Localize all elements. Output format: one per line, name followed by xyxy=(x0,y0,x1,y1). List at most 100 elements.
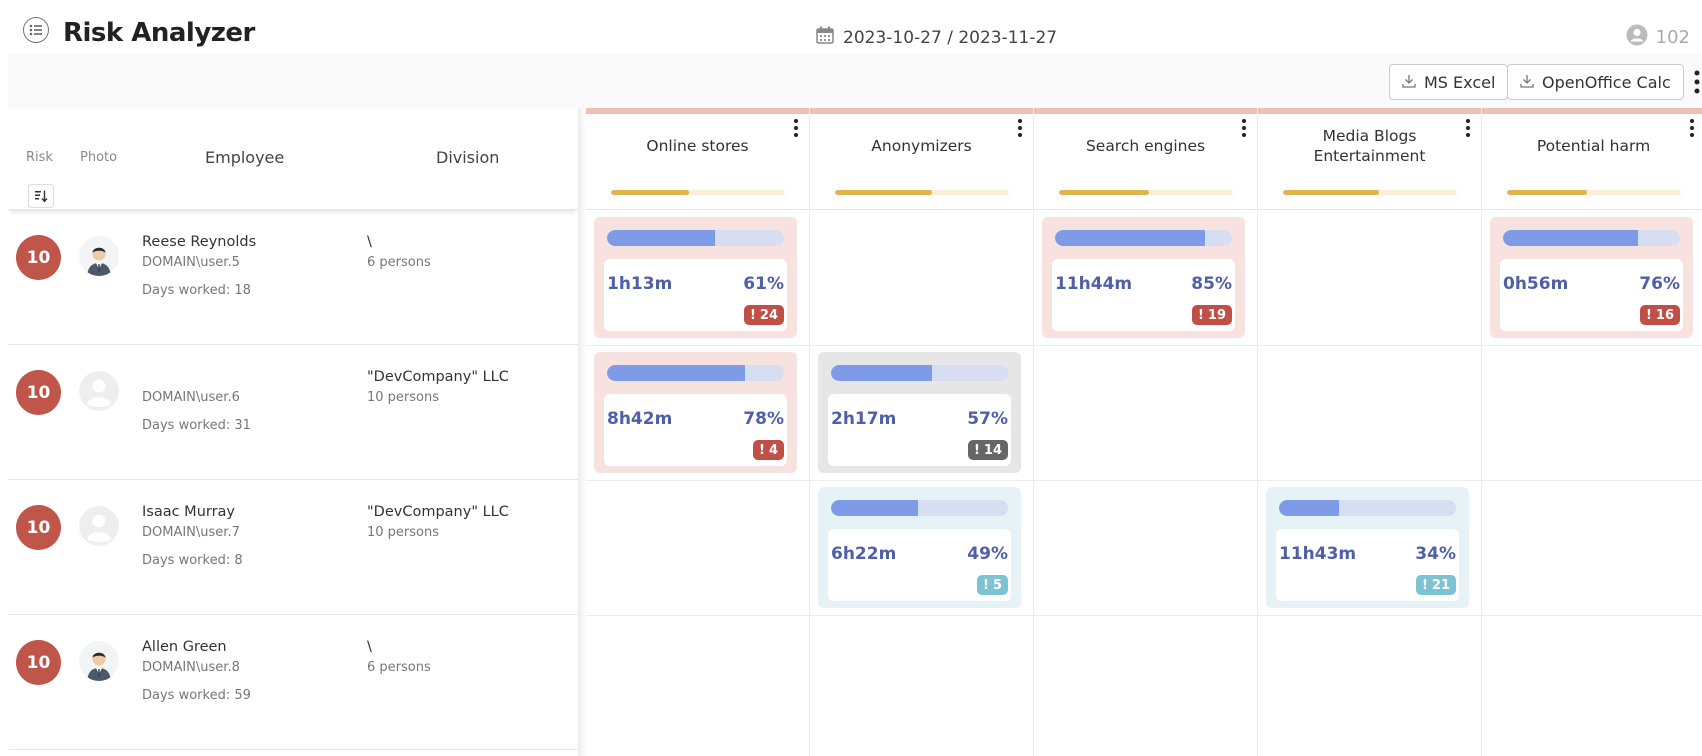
activity-percent: 57% xyxy=(967,409,1008,429)
menu-icon[interactable] xyxy=(23,17,49,43)
category-header[interactable]: Anonymizers xyxy=(810,108,1034,210)
category-accent-line xyxy=(1034,108,1257,114)
category-header[interactable]: Media Blogs Entertainment xyxy=(1258,108,1482,210)
division-name: "DevCompany" LLC xyxy=(367,504,509,520)
division-persons: 10 persons xyxy=(367,390,440,405)
avatar-photo xyxy=(79,236,119,276)
employee-row[interactable]: 10 Isaac Murray DOMAIN\user.7 Days worke… xyxy=(8,480,578,615)
category-header[interactable]: Online stores xyxy=(586,108,810,210)
alert-count: 24 xyxy=(759,307,778,323)
category-label: Search engines xyxy=(1085,137,1206,155)
activity-card: 6h22m 49% ! 5 xyxy=(828,529,1011,601)
alert-badge[interactable]: ! 14 xyxy=(967,440,1008,460)
download-icon xyxy=(1402,73,1416,92)
date-range-picker[interactable]: 2023-10-27 / 2023-11-27 xyxy=(815,25,1057,50)
activity-cell[interactable]: 6h22m 49% ! 5 xyxy=(818,487,1021,608)
category-label-wrap: Media Blogs Entertainment xyxy=(1268,122,1471,170)
alert-count: 5 xyxy=(992,577,1002,593)
activity-bar-fill xyxy=(831,500,918,516)
activity-cell[interactable]: 8h42m 78% ! 4 xyxy=(594,352,797,473)
category-more-icon[interactable] xyxy=(1465,118,1471,138)
activity-percent: 76% xyxy=(1639,274,1680,294)
category-header[interactable]: Search engines xyxy=(1034,108,1258,210)
alert-count: 16 xyxy=(1655,307,1674,323)
activity-bar xyxy=(1279,500,1456,516)
sort-icon[interactable] xyxy=(28,184,54,208)
category-progress-bar xyxy=(1059,190,1233,195)
category-label-wrap: Anonymizers xyxy=(820,122,1023,170)
category-more-icon[interactable] xyxy=(1241,118,1247,138)
category-more-icon[interactable] xyxy=(793,118,799,138)
activity-bar-fill xyxy=(1055,230,1206,246)
category-accent-line xyxy=(810,108,1033,114)
employee-row[interactable]: 10 Allen Green DOMAIN\user.8 Days worked… xyxy=(8,615,578,750)
date-range-text: 2023-10-27 / 2023-11-27 xyxy=(843,27,1058,48)
activity-cell[interactable]: 11h44m 85% ! 19 xyxy=(1042,217,1245,338)
category-progress-fill xyxy=(1283,190,1379,195)
activity-card: 8h42m 78% ! 4 xyxy=(604,394,787,466)
activity-time: 11h44m xyxy=(1055,274,1133,294)
activity-bar-fill xyxy=(607,230,715,246)
activity-bar xyxy=(1503,230,1680,246)
category-label-wrap: Search engines xyxy=(1044,122,1247,170)
app-header: Risk Analyzer 2023-10-27 / 2023-11-27 10… xyxy=(8,8,1702,54)
alert-badge[interactable]: ! 5 xyxy=(977,575,1008,595)
activity-cell[interactable]: 1h13m 61% ! 24 xyxy=(594,217,797,338)
activity-bar-fill xyxy=(831,365,932,381)
category-label: Online stores xyxy=(646,137,749,155)
exclamation-icon: ! xyxy=(759,442,765,458)
avatar-placeholder-icon xyxy=(79,506,119,546)
activity-time: 2h17m xyxy=(831,409,897,429)
alert-badge[interactable]: ! 4 xyxy=(753,440,784,460)
column-header-risk[interactable]: Risk xyxy=(26,150,53,165)
category-progress-fill xyxy=(1507,190,1588,195)
row-divider xyxy=(586,480,1702,481)
more-options-icon[interactable] xyxy=(1692,68,1702,96)
employee-row[interactable]: 10 Reese Reynolds DOMAIN\user.5 Days wor… xyxy=(8,210,578,345)
calendar-icon xyxy=(815,25,835,50)
toolbar: MS Excel OpenOffice Calc xyxy=(8,54,1702,108)
activity-time: 6h22m xyxy=(831,544,897,564)
alert-badge[interactable]: ! 16 xyxy=(1639,305,1680,325)
employee-row[interactable]: 10 DOMAIN\user.6 Days worked: 31 "DevCom… xyxy=(8,345,578,480)
exclamation-icon: ! xyxy=(1421,577,1428,593)
alert-badge[interactable]: ! 21 xyxy=(1415,575,1456,595)
employee-name[interactable]: Allen Green xyxy=(142,639,227,655)
category-accent-line xyxy=(1258,108,1481,114)
division-name: \ xyxy=(367,234,372,250)
risk-badge: 10 xyxy=(16,505,61,550)
alert-count: 4 xyxy=(768,442,778,458)
activity-bar-fill xyxy=(607,365,746,381)
category-progress-bar xyxy=(1507,190,1681,195)
column-header-photo: Photo xyxy=(80,150,118,165)
category-more-icon[interactable] xyxy=(1017,118,1023,138)
activity-cell[interactable]: 2h17m 57% ! 14 xyxy=(818,352,1021,473)
export-calc-button[interactable]: OpenOffice Calc xyxy=(1507,64,1684,100)
activity-card: 0h56m 76% ! 16 xyxy=(1500,259,1683,331)
alert-badge[interactable]: ! 24 xyxy=(743,305,784,325)
activity-card: 11h44m 85% ! 19 xyxy=(1052,259,1235,331)
column-header-employee[interactable]: Employee xyxy=(205,148,284,167)
risk-badge: 10 xyxy=(16,640,61,685)
user-menu[interactable]: 102 xyxy=(1626,24,1690,51)
category-accent-line xyxy=(586,108,809,114)
grid-column xyxy=(1258,210,1482,756)
division-persons: 6 persons xyxy=(367,660,431,675)
alert-badge[interactable]: ! 19 xyxy=(1191,305,1232,325)
employee-name[interactable]: Isaac Murray xyxy=(142,504,235,520)
alert-count: 14 xyxy=(983,442,1002,458)
employee-login: DOMAIN\user.5 xyxy=(142,255,240,270)
exclamation-icon: ! xyxy=(983,577,989,593)
column-header-division[interactable]: Division xyxy=(436,148,499,167)
activity-cell[interactable]: 0h56m 76% ! 16 xyxy=(1490,217,1693,338)
category-label-wrap: Potential harm xyxy=(1492,122,1695,170)
user-circle-icon xyxy=(1626,24,1648,51)
export-excel-button[interactable]: MS Excel xyxy=(1389,64,1509,100)
days-worked: Days worked: 18 xyxy=(142,283,251,298)
category-more-icon[interactable] xyxy=(1689,118,1695,138)
activity-percent: 61% xyxy=(743,274,784,294)
category-progress-fill xyxy=(611,190,690,195)
activity-cell[interactable]: 11h43m 34% ! 21 xyxy=(1266,487,1469,608)
employee-name[interactable]: Reese Reynolds xyxy=(142,234,256,250)
category-header[interactable]: Potential harm xyxy=(1482,108,1702,210)
